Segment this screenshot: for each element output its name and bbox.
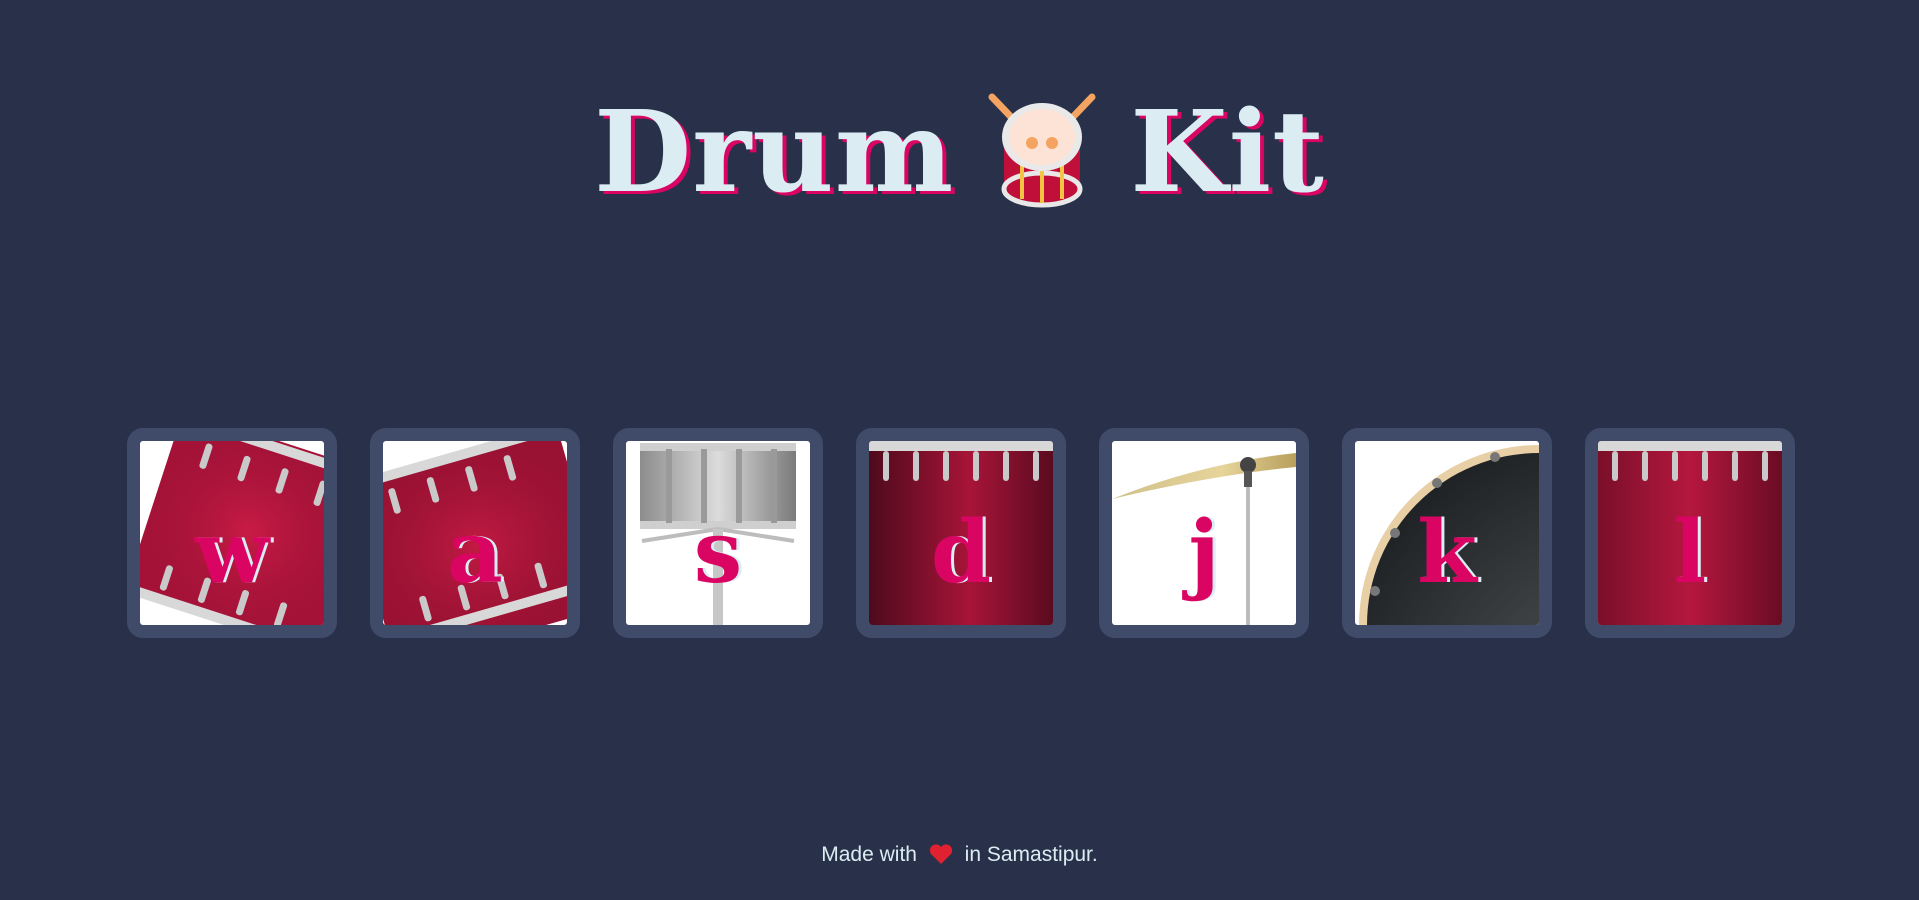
drum-button-s[interactable]: s xyxy=(613,428,823,638)
footer-text-location: in Samastipur. xyxy=(964,843,1098,866)
title-word-kit: Kit xyxy=(1130,87,1325,218)
footer: Made with in Samastipur. xyxy=(0,843,1919,867)
title-word-drum: Drum xyxy=(594,87,955,218)
drum-key-label: d xyxy=(930,502,992,603)
drum-set: w a s d j k l xyxy=(127,428,1795,638)
drum-button-a[interactable]: a xyxy=(370,428,580,638)
drum-key-label: a xyxy=(447,502,503,603)
drum-button-j[interactable]: j xyxy=(1099,428,1309,638)
drum-button-w[interactable]: w xyxy=(127,428,337,638)
drum-button-k[interactable]: k xyxy=(1342,428,1552,638)
heart-icon xyxy=(929,843,953,865)
drum-key-label: j xyxy=(1188,502,1220,603)
drum-key-label: s xyxy=(693,502,743,603)
drum-key-label: l xyxy=(1673,502,1707,603)
drum-emoji-icon xyxy=(982,89,1102,209)
drum-button-l[interactable]: l xyxy=(1585,428,1795,638)
drum-key-label: w xyxy=(194,502,270,603)
footer-text-made-with: Made with xyxy=(821,843,917,866)
page-title: Drum Kit xyxy=(0,88,1919,218)
drum-button-d[interactable]: d xyxy=(856,428,1066,638)
drum-key-label: k xyxy=(1417,502,1477,603)
